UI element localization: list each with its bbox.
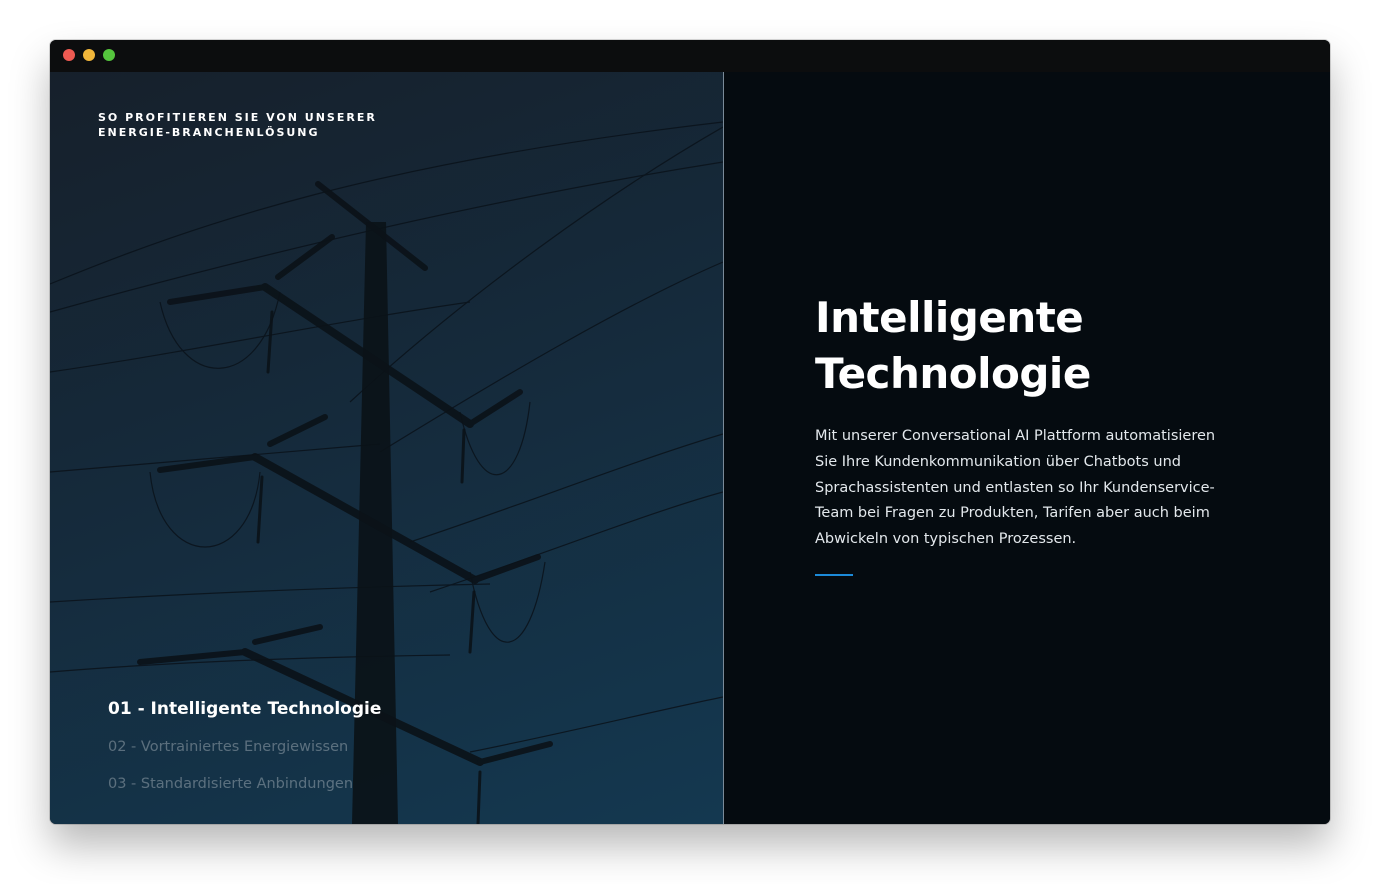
minimize-window-button[interactable]: [83, 49, 95, 61]
window-titlebar: [50, 40, 1330, 72]
browser-window: SO PROFITIEREN SIE VON UNSERER ENERGIE-B…: [50, 40, 1330, 824]
maximize-window-button[interactable]: [103, 49, 115, 61]
feature-description: Mit unserer Conversational AI Plattform …: [815, 428, 1216, 548]
feature-headline: Intelligente Technologie: [815, 293, 1091, 398]
close-window-button[interactable]: [63, 49, 75, 61]
feature-step-list: 01 - Intelligente Technologie 02 - Vortr…: [108, 696, 381, 808]
image-panel: SO PROFITIEREN SIE VON UNSERER ENERGIE-B…: [50, 72, 723, 824]
content-panel: Intelligente Technologie Mit unserer Con…: [724, 72, 1330, 824]
accent-divider: [815, 574, 853, 576]
step-standardisierte-anbindungen[interactable]: 03 - Standardisierte Anbindungen: [108, 771, 381, 797]
step-intelligente-technologie[interactable]: 01 - Intelligente Technologie: [108, 696, 381, 722]
section-eyebrow: SO PROFITIEREN SIE VON UNSERER ENERGIE-B…: [98, 111, 377, 139]
step-vortrainiertes-energiewissen[interactable]: 02 - Vortrainiertes Energiewissen: [108, 734, 381, 760]
